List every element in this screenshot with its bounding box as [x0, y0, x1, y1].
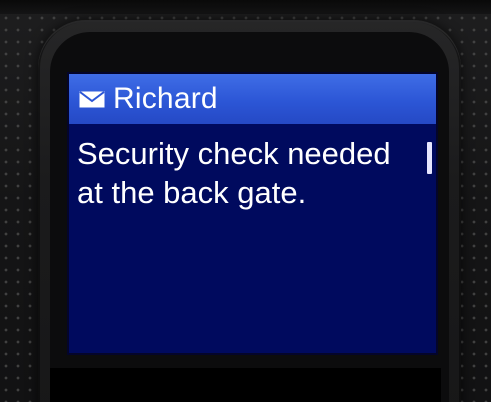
device-bottom-edge	[50, 368, 441, 402]
pager-device: Richard Security check needed at the bac…	[0, 0, 491, 402]
envelope-icon	[79, 90, 105, 108]
sender-name: Richard	[113, 82, 218, 115]
message-title-bar: Richard	[69, 74, 436, 124]
scrollbar[interactable]	[427, 142, 432, 174]
display-screen: Richard Security check needed at the bac…	[69, 74, 436, 353]
message-body: Security check needed at the back gate.	[77, 136, 391, 210]
device-top-edge	[0, 0, 491, 14]
